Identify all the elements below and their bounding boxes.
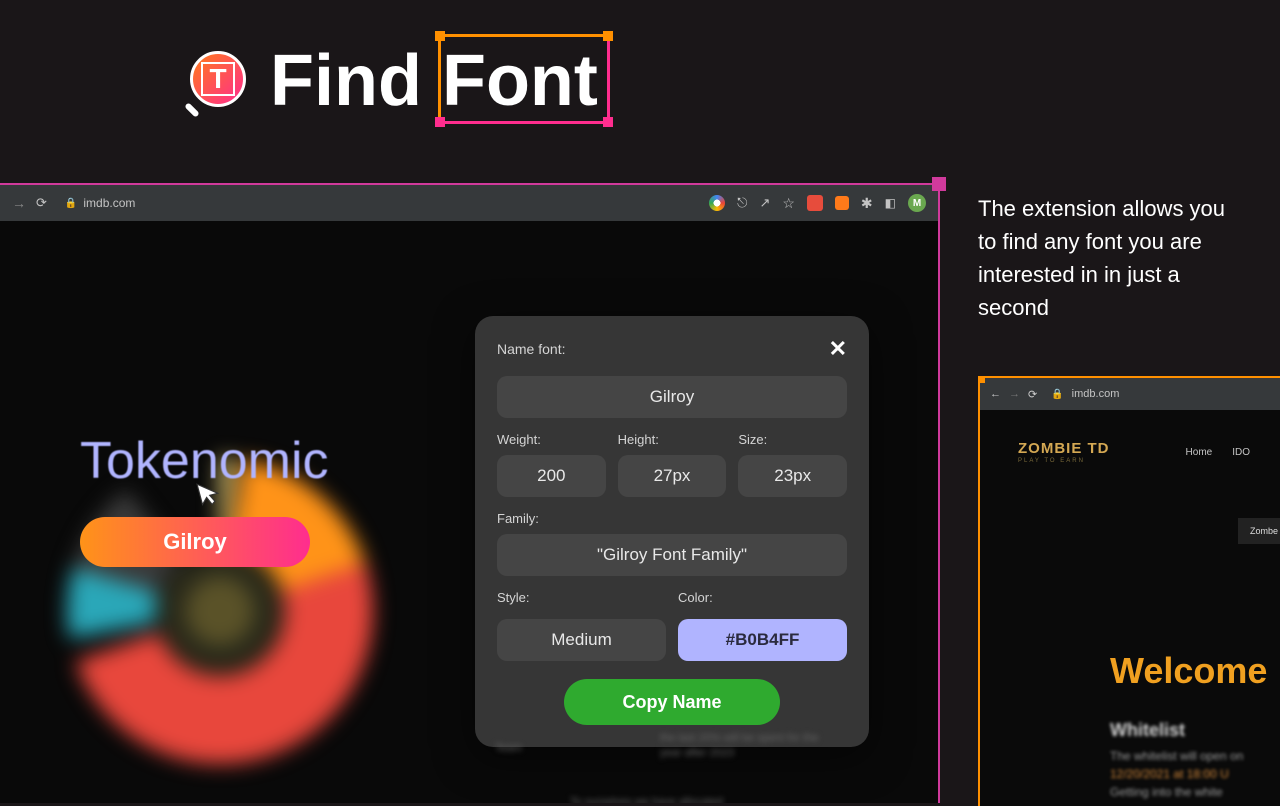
url-bar[interactable]: 🔒 imdb.com	[65, 196, 135, 210]
logo-icon: T	[190, 51, 250, 111]
whitelist-title: Whitelist	[1110, 720, 1243, 741]
height-value: 27px	[618, 455, 727, 497]
font-name-field: Gilroy	[497, 376, 847, 418]
sidepanel-icon[interactable]: ◧	[885, 196, 896, 210]
size-value: 23px	[738, 455, 847, 497]
family-label: Family:	[497, 511, 847, 526]
color-label: Color:	[678, 590, 847, 605]
extensions-puzzle-icon[interactable]: ✱	[861, 195, 873, 212]
height-label: Height:	[618, 432, 727, 447]
weight-value: 200	[497, 455, 606, 497]
font-info-popup: Name font: ✕ Gilroy Weight: 200 Height: …	[475, 316, 869, 747]
welcome-heading: Welcome	[1110, 650, 1267, 692]
url-text: imdb.com	[83, 196, 135, 210]
weight-label: Weight:	[497, 432, 606, 447]
font-name-pill: Gilroy	[80, 517, 310, 567]
app-logo: T Find Font	[190, 40, 598, 122]
style-label: Style:	[497, 590, 666, 605]
family-value: "Gilroy Font Family"	[497, 534, 847, 576]
blurred-text: the last 20% will be spent for the year …	[660, 731, 840, 762]
reload-icon[interactable]: ⟳	[36, 195, 47, 211]
zombie-logo-subtitle: PLAY TO EARN	[1018, 458, 1110, 464]
extension-description: The extension allows you to find any fon…	[978, 192, 1248, 324]
nav-back-icon[interactable]: →	[12, 195, 26, 211]
browser-toolbar: → ⟳ 🔒 imdb.com ⎋ ↗ ☆ ✱ ◧ M	[0, 185, 938, 221]
zombie-bar: Zombe	[1238, 518, 1280, 544]
style-value: Medium	[497, 619, 666, 661]
whitelist-text-1: The whitelist will open on	[1110, 749, 1243, 763]
logo-font-word: Font	[442, 41, 598, 121]
zombie-logo: ZOMBIE TD	[1018, 440, 1110, 457]
copy-name-button[interactable]: Copy Name	[564, 679, 780, 725]
preview-url[interactable]: imdb.com	[1072, 388, 1120, 400]
nav-ido[interactable]: IDO	[1232, 447, 1250, 458]
nav-home[interactable]: Home	[1186, 447, 1213, 458]
preview-content: ZOMBIE TD PLAY TO EARN Home IDO Zombe We…	[980, 410, 1280, 806]
name-font-label: Name font:	[497, 341, 565, 357]
main-browser-window: → ⟳ 🔒 imdb.com ⎋ ↗ ☆ ✱ ◧ M	[0, 183, 940, 803]
color-value: #B0B4FF	[678, 619, 847, 661]
share-icon[interactable]: ↗	[759, 195, 770, 211]
reload-icon[interactable]: ⟳	[1028, 388, 1037, 401]
whitelist-section: Whitelist The whitelist will open on 12/…	[1110, 720, 1243, 801]
preview-toolbar: ← → ⟳ 🔒 imdb.com	[980, 378, 1280, 410]
extension-icon-1[interactable]	[807, 195, 823, 211]
lock-icon: 🔒	[1051, 389, 1063, 400]
translate-icon[interactable]: ⎋	[737, 195, 747, 211]
logo-text: Find Font	[270, 40, 598, 122]
extension-icon-2[interactable]	[835, 196, 849, 210]
close-icon[interactable]: ✕	[829, 336, 847, 362]
preview-browser-window: ← → ⟳ 🔒 imdb.com ZOMBIE TD PLAY TO EARN …	[978, 376, 1280, 806]
logo-t-letter: T	[201, 62, 235, 96]
blurred-text: Team	[495, 742, 522, 754]
nav-forward-icon[interactable]: →	[1009, 388, 1020, 400]
logo-find-word: Find	[270, 41, 422, 121]
profile-avatar[interactable]: M	[908, 194, 926, 212]
google-icon[interactable]	[709, 195, 725, 211]
whitelist-date: 12/20/2021 at 18:00 U	[1110, 767, 1229, 781]
size-label: Size:	[738, 432, 847, 447]
whitelist-text-2: Getting into the white	[1110, 785, 1223, 799]
star-icon[interactable]: ☆	[782, 195, 795, 212]
nav-back-icon[interactable]: ←	[990, 388, 1001, 400]
lock-icon: 🔒	[65, 198, 77, 209]
browser-content: Tokenomic Gilroy Name font: ✕ Gilroy Wei…	[0, 221, 938, 803]
